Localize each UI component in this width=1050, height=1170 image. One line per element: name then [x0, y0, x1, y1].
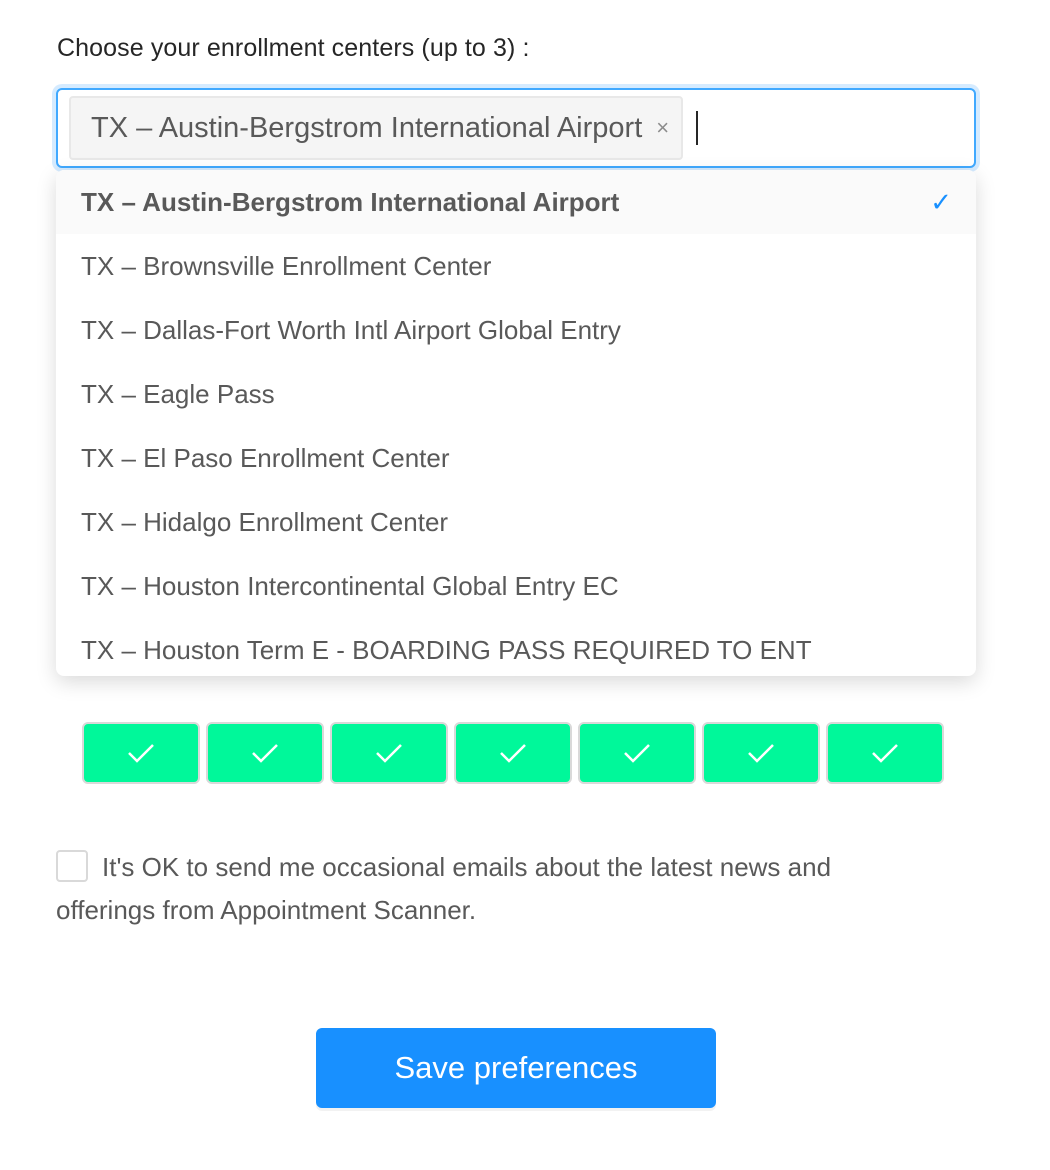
day-toggle[interactable]: [330, 722, 448, 784]
check-icon: [376, 744, 402, 763]
option-label: TX – Dallas-Fort Worth Intl Airport Glob…: [81, 314, 621, 345]
check-icon: [748, 744, 774, 763]
check-icon: [128, 744, 154, 763]
save-preferences-button[interactable]: Save preferences: [316, 1028, 716, 1108]
day-toggle[interactable]: [578, 722, 696, 784]
option-label: TX – Brownsville Enrollment Center: [81, 250, 492, 281]
check-icon: [624, 744, 650, 763]
email-consent-checkbox[interactable]: [56, 850, 88, 882]
dropdown-option[interactable]: TX – Dallas-Fort Worth Intl Airport Glob…: [56, 298, 976, 362]
check-icon: [500, 744, 526, 763]
enrollment-centers-select[interactable]: TX – Austin-Bergstrom International Airp…: [56, 88, 976, 168]
option-label: TX – Austin-Bergstrom International Airp…: [81, 186, 620, 217]
dropdown-option[interactable]: TX – Eagle Pass: [56, 362, 976, 426]
dropdown-option[interactable]: TX – Brownsville Enrollment Center: [56, 234, 976, 298]
day-toggle-group: [82, 722, 944, 784]
option-label: TX – El Paso Enrollment Center: [81, 442, 450, 473]
option-label: TX – Houston Term E - BOARDING PASS REQU…: [81, 634, 812, 665]
day-toggle[interactable]: [82, 722, 200, 784]
dropdown-option[interactable]: TX – Houston Intercontinental Global Ent…: [56, 554, 976, 618]
check-icon: [872, 744, 898, 763]
dropdown-option[interactable]: TX – Hidalgo Enrollment Center: [56, 490, 976, 554]
day-toggle[interactable]: [454, 722, 572, 784]
day-toggle[interactable]: [826, 722, 944, 784]
close-icon[interactable]: ×: [656, 117, 669, 139]
option-label: TX – Eagle Pass: [81, 378, 275, 409]
enrollment-centers-dropdown: TX – Austin-Bergstrom International Airp…: [56, 170, 976, 676]
selected-tag-label: TX – Austin-Bergstrom International Airp…: [91, 111, 643, 144]
dropdown-option[interactable]: TX – El Paso Enrollment Center: [56, 426, 976, 490]
day-toggle[interactable]: [206, 722, 324, 784]
check-icon: [252, 744, 278, 763]
dropdown-option[interactable]: TX – Houston Term E - BOARDING PASS REQU…: [56, 618, 976, 676]
text-cursor: [696, 111, 699, 145]
day-toggle[interactable]: [702, 722, 820, 784]
email-consent-text: It's OK to send me occasional emails abo…: [56, 852, 832, 925]
dropdown-option[interactable]: TX – Austin-Bergstrom International Airp…: [56, 170, 976, 234]
email-consent: It's OK to send me occasional emails abo…: [56, 846, 936, 932]
option-label: TX – Houston Intercontinental Global Ent…: [81, 570, 619, 601]
selected-tag: TX – Austin-Bergstrom International Airp…: [69, 96, 684, 160]
option-label: TX – Hidalgo Enrollment Center: [81, 506, 449, 537]
enrollment-centers-label: Choose your enrollment centers (up to 3)…: [57, 34, 530, 62]
check-icon: ✓: [930, 186, 952, 217]
